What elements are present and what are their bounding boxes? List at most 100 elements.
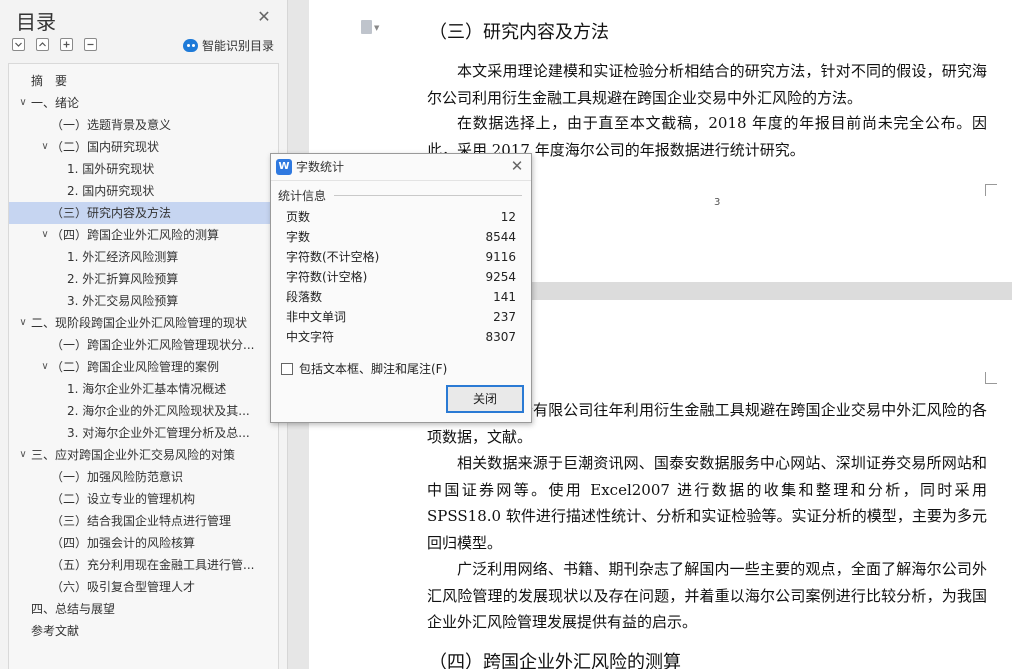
stat-row: 非中文单词 237 — [286, 307, 516, 327]
toc-item-label: 1. 国外研究现状 — [67, 162, 155, 176]
add-heading-icon[interactable] — [60, 38, 73, 51]
toc-item-label: （一）加强风险防范意识 — [51, 470, 184, 484]
toc-item[interactable]: 3. 外汇交易风险预算 — [9, 290, 278, 312]
document-menu-icon[interactable]: ▼ — [361, 20, 379, 36]
expand-up-icon[interactable] — [36, 38, 49, 51]
toc-item-label: 二、现阶段跨国企业外汇风险管理的现状 — [31, 316, 248, 330]
sidebar-close-icon[interactable]: ✕ — [255, 8, 273, 26]
word-count-dialog: W 字数统计 ✕ 统计信息 包括文本框、脚注和尾注(F) 关闭 页数 12 字数 85… — [270, 153, 532, 423]
chevron-down-icon[interactable]: ∨ — [39, 356, 51, 378]
stat-key: 中文字符 — [286, 330, 335, 344]
chevron-down-icon[interactable]: ∨ — [39, 224, 51, 246]
checkbox-label: 包括文本框、脚注和尾注(F) — [299, 362, 448, 376]
toc-item[interactable]: （二）设立专业的管理机构 — [9, 488, 278, 510]
stat-value: 9116 — [485, 250, 516, 264]
toc-item[interactable]: 1. 海尔企业外汇基本情况概述 — [9, 378, 278, 400]
section-heading: （三）研究内容及方法 — [429, 22, 609, 43]
toc-item[interactable]: （四）加强会计的风险核算 — [9, 532, 278, 554]
toc-item-label: （二）跨国企业风险管理的案例 — [51, 360, 220, 374]
checkbox-box[interactable] — [281, 362, 293, 375]
toc-item-label: （二）设立专业的管理机构 — [51, 492, 196, 506]
include-textbox-checkbox[interactable]: 包括文本框、脚注和尾注(F) — [281, 360, 447, 377]
toc-item[interactable]: ∨ 一、绪论 — [9, 92, 278, 114]
toc-item[interactable]: ∨ 二、现阶段跨国企业外汇风险管理的现状 — [9, 312, 278, 334]
stat-value: 9254 — [485, 270, 516, 284]
smart-toc-label: 智能识别目录 — [202, 38, 275, 53]
toc-item-label: （三）结合我国企业特点进行管理 — [51, 514, 232, 528]
toc-item-label: 参考文献 — [31, 624, 80, 638]
stat-value: 237 — [493, 310, 516, 324]
toc-item-label: 1. 海尔企业外汇基本情况概述 — [67, 382, 227, 396]
toc-item[interactable]: ∨ （二）跨国企业风险管理的案例 — [9, 356, 278, 378]
toc-item[interactable]: 参考文献 — [9, 620, 278, 642]
divider — [271, 180, 531, 181]
toc-item[interactable]: 1. 国外研究现状 — [9, 158, 278, 180]
stat-key: 字数 — [286, 230, 311, 244]
chevron-down-icon[interactable]: ∨ — [39, 136, 51, 158]
toc-item[interactable]: 2. 海尔企业的外汇风险现状及其... — [9, 400, 278, 422]
toc-item-label: （三）研究内容及方法 — [51, 206, 172, 220]
stat-key: 字符数(计空格) — [286, 270, 368, 284]
toc-item[interactable]: 摘 要 — [9, 70, 278, 92]
toc-item-label: 一、绪论 — [31, 96, 80, 110]
paragraph: 广泛利用网络、书籍、期刊杂志了解国内一些主要的观点，全面了解海尔公司外汇风险管理… — [427, 560, 987, 631]
chevron-down-icon[interactable]: ∨ — [17, 92, 29, 114]
toc-item[interactable]: 四、总结与展望 — [9, 598, 278, 620]
toc-item[interactable]: ∨ （四）跨国企业外汇风险的测算 — [9, 224, 278, 246]
toc-item-label: （二）国内研究现状 — [51, 140, 160, 154]
stat-key: 页数 — [286, 210, 311, 224]
paragraph: 相关数据来源于巨潮资讯网、国泰安数据服务中心网站、深圳证券交易所网站和中国证券网… — [427, 454, 987, 552]
toc-sidebar: 目录 ✕ 智能识别目录 摘 要 ∨ 一、绪论 （一）选题背景及意义 ∨ （二）国内研究现状… — [0, 0, 288, 669]
toc-item-label: 四、总结与展望 — [31, 602, 116, 616]
page-corner-mark — [985, 184, 997, 196]
page-number: 3 — [714, 197, 721, 208]
toc-item[interactable]: ∨ 三、应对跨国企业外汇交易风险的对策 — [9, 444, 278, 466]
toc-item-label: （四）加强会计的风险核算 — [51, 536, 196, 550]
stat-row: 页数 12 — [286, 207, 516, 227]
toc-item[interactable]: 2. 国内研究现状 — [9, 180, 278, 202]
toc-item-label: 3. 外汇交易风险预算 — [67, 294, 179, 308]
toc-item[interactable]: （六）吸引复合型管理人才 — [9, 576, 278, 598]
stat-value: 8544 — [485, 230, 516, 244]
toc-item-label: 2. 国内研究现状 — [67, 184, 155, 198]
toc-item[interactable]: 3. 对海尔企业外汇管理分析及总... — [9, 422, 278, 444]
toc-item[interactable]: ∨ （二）国内研究现状 — [9, 136, 278, 158]
collapse-all-icon[interactable] — [12, 38, 25, 51]
toc-item[interactable]: 2. 外汇折算风险预算 — [9, 268, 278, 290]
stat-value: 8307 — [485, 330, 516, 344]
toc-item[interactable]: 1. 外汇经济风险测算 — [9, 246, 278, 268]
smart-toc-button[interactable]: 智能识别目录 — [183, 36, 274, 54]
stat-row: 段落数 141 — [286, 287, 516, 307]
toc-item-label: 三、应对跨国企业外汇交易风险的对策 — [31, 448, 236, 462]
stat-key: 字符数(不计空格) — [286, 250, 380, 264]
toc-item[interactable]: （三）研究内容及方法 — [9, 202, 278, 224]
paragraph: 本文采用理论建模和实证检验分析相结合的研究方法，针对不同的假设，研究海尔公司利用… — [427, 62, 987, 107]
chevron-down-icon[interactable]: ∨ — [17, 444, 29, 466]
stat-value: 141 — [493, 290, 516, 304]
toc-item[interactable]: （一）选题背景及意义 — [9, 114, 278, 136]
remove-heading-icon[interactable] — [84, 38, 97, 51]
section-label: 统计信息 — [278, 189, 327, 203]
toc-item[interactable]: （一）跨国企业外汇风险管理现状分... — [9, 334, 278, 356]
dialog-close-icon[interactable]: ✕ — [509, 157, 525, 175]
stat-row: 字符数(计空格) 9254 — [286, 267, 516, 287]
robot-icon — [183, 38, 198, 52]
toc-item-label: 摘 要 — [31, 74, 68, 88]
toc-item-label: 2. 外汇折算风险预算 — [67, 272, 179, 286]
close-button[interactable]: 关闭 — [446, 385, 524, 413]
toc-item-label: （六）吸引复合型管理人才 — [51, 580, 196, 594]
toc-item[interactable]: （五）充分利用现在金融工具进行管... — [9, 554, 278, 576]
dialog-title: 字数统计 — [296, 160, 345, 174]
toc-item-label: （四）跨国企业外汇风险的测算 — [51, 228, 220, 242]
chevron-down-icon[interactable]: ∨ — [17, 312, 29, 334]
page-corner-mark — [985, 372, 997, 384]
toc-item-label: （五）充分利用现在金融工具进行管... — [51, 558, 255, 572]
stat-value: 12 — [500, 210, 516, 224]
sidebar-title: 目录 — [16, 10, 56, 34]
toc-item-label: 1. 外汇经济风险测算 — [67, 250, 179, 264]
app-logo-icon: W — [276, 159, 292, 175]
toc-item[interactable]: （一）加强风险防范意识 — [9, 466, 278, 488]
toc-list: 摘 要 ∨ 一、绪论 （一）选题背景及意义 ∨ （二）国内研究现状 1. 国外研究现状 2. … — [8, 63, 279, 669]
divider — [334, 195, 522, 196]
toc-item[interactable]: （三）结合我国企业特点进行管理 — [9, 510, 278, 532]
